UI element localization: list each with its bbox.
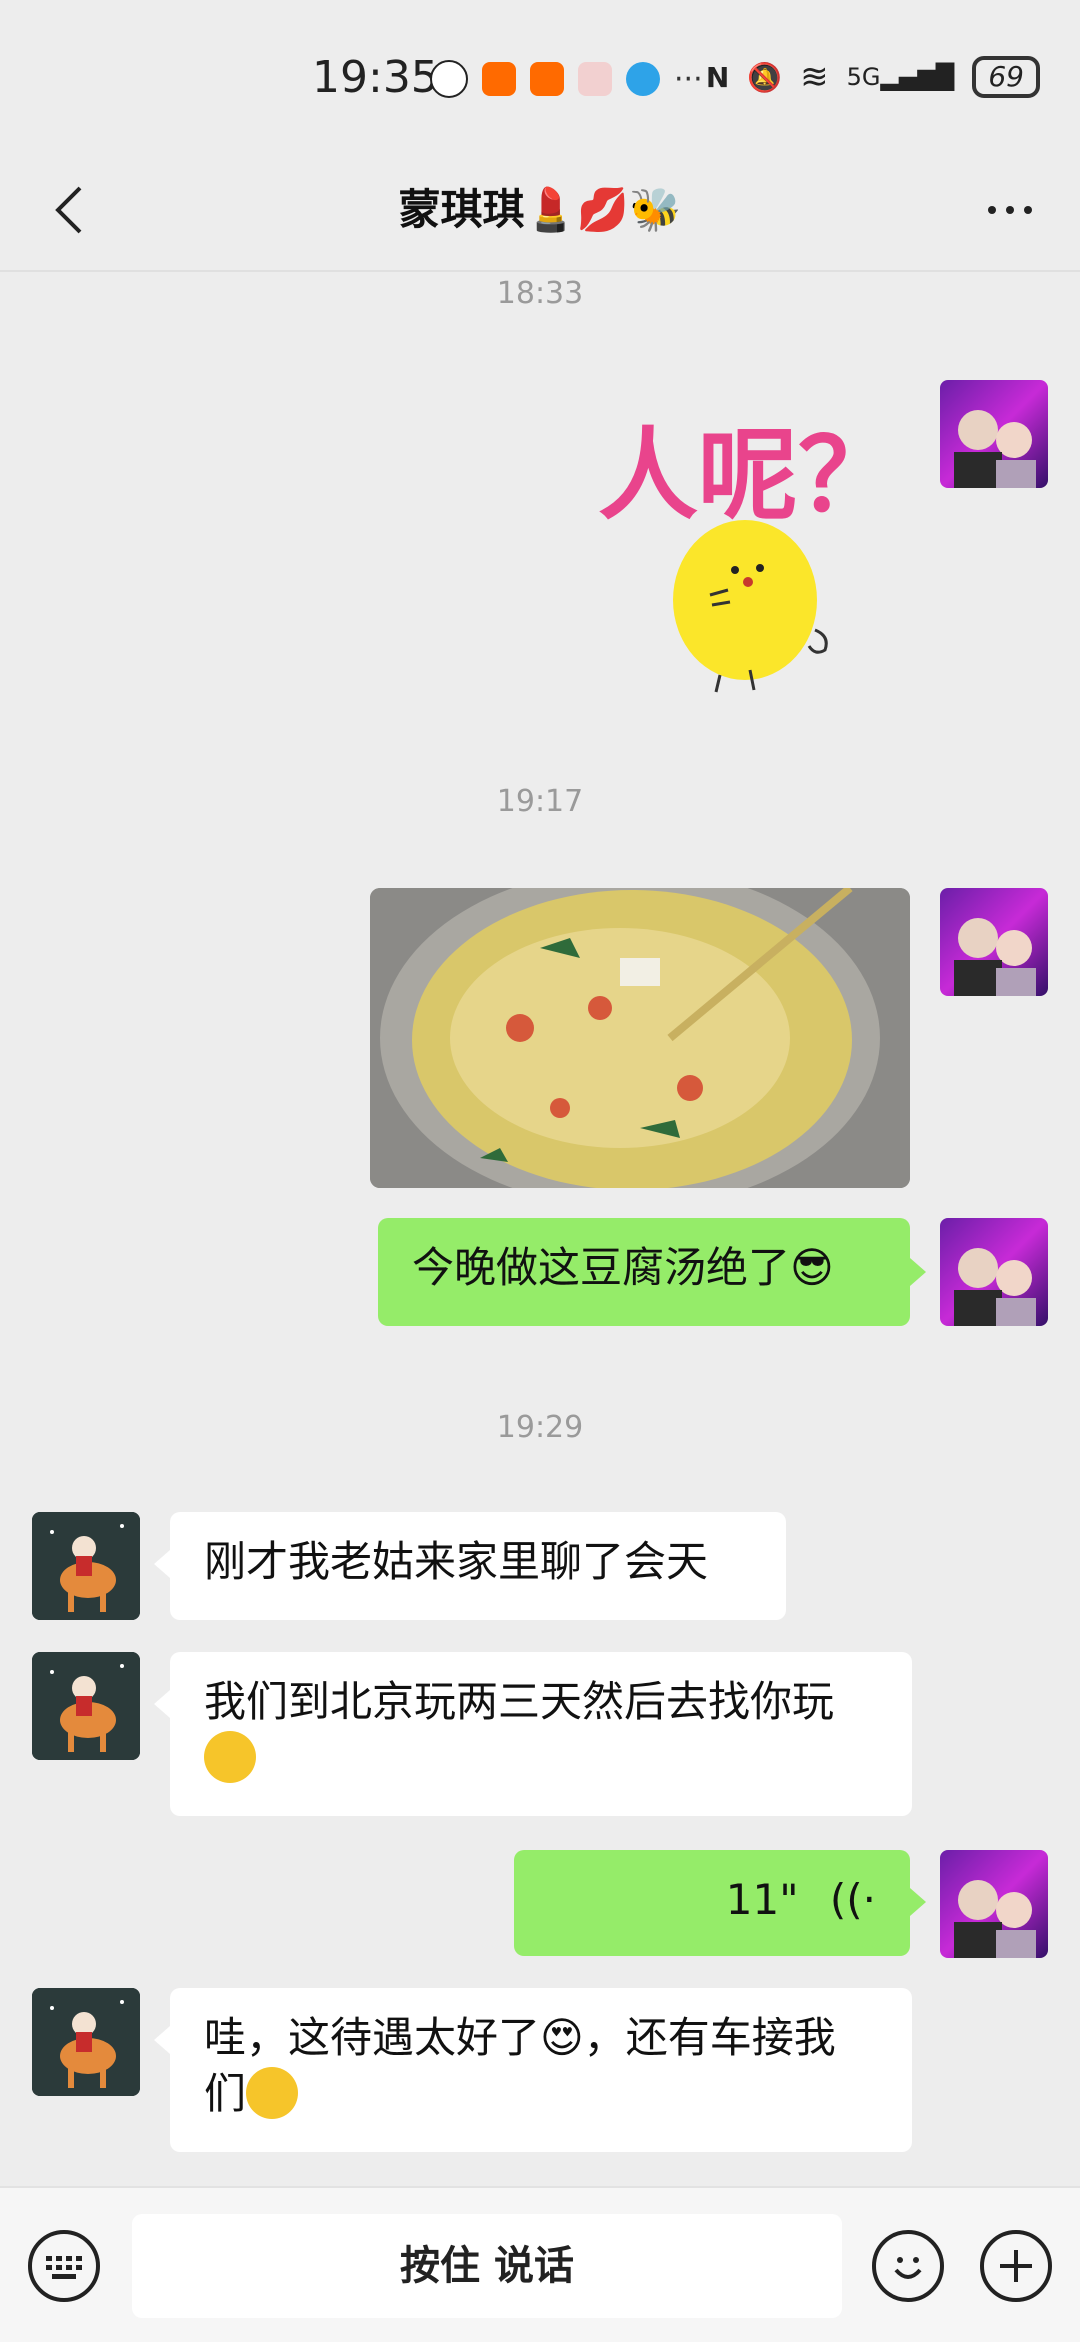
horse-rider-icon [32,1512,140,1620]
keyboard-icon [46,2256,82,2279]
voice-message[interactable]: 11" ((· [514,1850,910,1956]
more-actions-button[interactable] [980,2230,1052,2302]
smiley-icon [894,2257,922,2279]
sticker-message[interactable]: 人呢？ [580,380,920,700]
bubble-tail [910,1258,926,1286]
avatar-photo-icon [954,1880,1036,1958]
emoji-button[interactable] [872,2230,944,2302]
hold-to-talk-button[interactable]: 按住 说话 [132,2214,842,2318]
avatar-photo-icon [954,918,1036,996]
bubble-tail [154,1550,170,1578]
notification-icons: ··· [430,60,703,98]
status-bar: 19:35 ··· N 🔕 ≋ 5G▂▄▆█ 69 [0,0,1080,150]
message-bubble-sent[interactable]: 今晚做这豆腐汤绝了😎 [378,1218,910,1326]
message-text: 我们到北京玩两三天然后去找你玩 [204,1677,835,1726]
chat-header: 蒙琪琪💄💋🐝 [0,150,1080,272]
mute-icon: 🔕 [747,60,783,94]
chick-sticker-icon [673,520,828,693]
message-text: 哇，这待遇太好了😍，还有车接我 [204,2013,836,2062]
bubble-tail [154,2026,170,2054]
taobao-icon [482,62,516,96]
ellipsis-icon [988,206,1032,214]
my-avatar[interactable] [940,1850,1048,1958]
message-bubble-received[interactable]: 我们到北京玩两三天然后去找你玩 [170,1652,912,1816]
bubble-tail [910,1888,926,1916]
grin-emoji-icon [246,2066,299,2119]
qq-icon [430,60,468,98]
my-avatar[interactable] [940,888,1048,996]
message-text: 刚才我老姑来家里聊了会天 [204,1537,709,1586]
message-bubble-received[interactable]: 刚才我老姑来家里聊了会天 [170,1512,786,1620]
taobao-icon [530,62,564,96]
voice-duration: 11" [725,1875,799,1924]
chat-title: 蒙琪琪💄💋🐝 [398,185,682,234]
system-icons: N 🔕 ≋ 5G▂▄▆█ 69 [706,56,1040,98]
timestamp: 18:33 [496,276,584,311]
grin-emoji-icon [204,1730,256,1783]
voice-wave-icon: ((· [829,1875,876,1924]
app-icon [578,62,612,96]
avatar-photo-icon [954,1248,1036,1326]
horse-rider-icon [32,1652,140,1760]
friend-avatar[interactable] [32,1988,140,2096]
friend-avatar[interactable] [32,1512,140,1620]
keyboard-toggle-button[interactable] [28,2230,100,2302]
friend-avatar[interactable] [32,1652,140,1760]
nfc-icon: N [705,60,730,94]
soup-photo-icon [370,888,910,1188]
avatar-photo-icon [954,410,1036,488]
message-text: 们 [204,2069,247,2118]
bubble-tail [154,1690,170,1718]
plus-icon [1000,2250,1032,2282]
message-text: 今晚做这豆腐汤绝了😎 [412,1243,834,1292]
battery-icon: 69 [972,56,1040,98]
input-bar: 按住 说话 [0,2186,1080,2342]
more-notifications-icon: ··· [674,61,703,97]
status-time: 19:35 [312,52,439,103]
message-bubble-received[interactable]: 哇，这待遇太好了😍，还有车接我 们 [170,1988,912,2152]
my-avatar[interactable] [940,380,1048,488]
my-avatar[interactable] [940,1218,1048,1326]
wifi-icon: ≋ [800,57,829,97]
browser-icon [626,62,660,96]
horse-rider-icon [32,1988,140,2096]
more-options-button[interactable] [980,180,1040,240]
timestamp: 19:29 [496,1410,584,1445]
signal-icon: 5G▂▄▆█ [846,63,955,91]
timestamp: 19:17 [496,784,584,819]
image-message[interactable] [370,888,910,1188]
